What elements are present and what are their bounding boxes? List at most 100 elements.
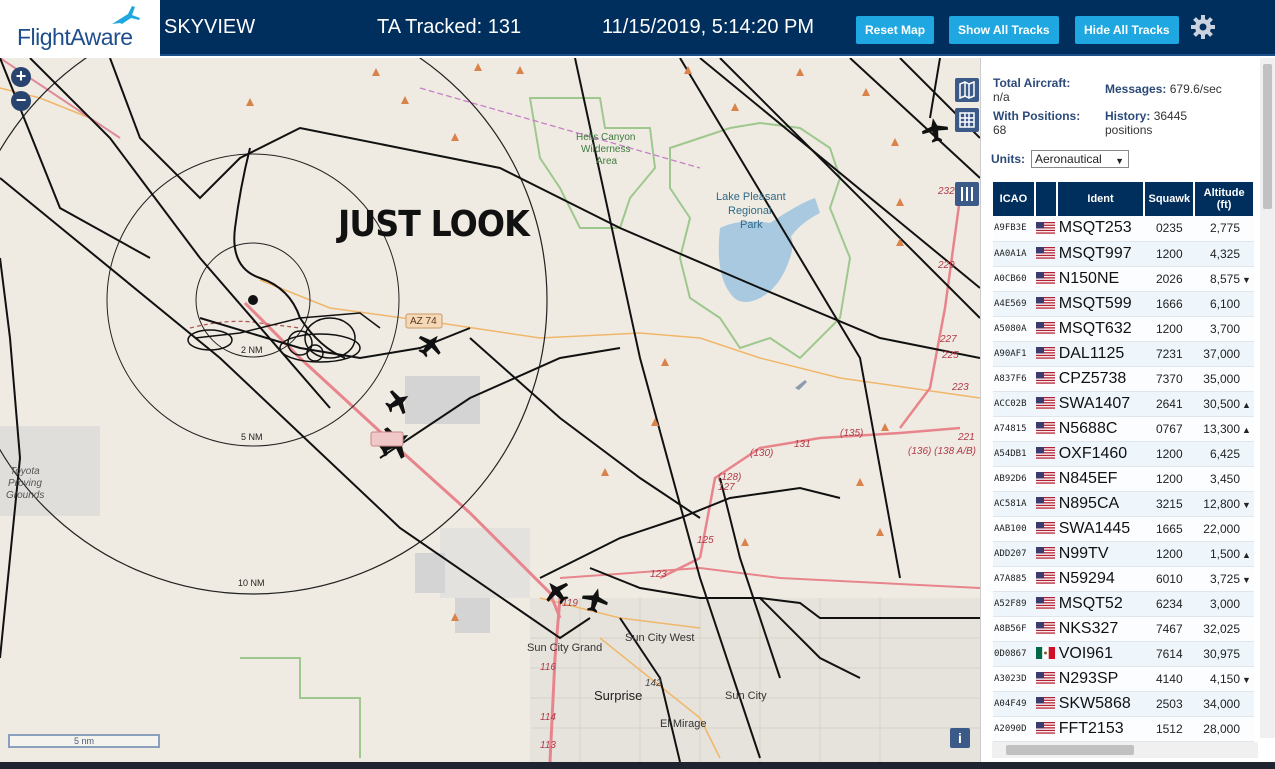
altitude-value: 30,500 [1203,396,1240,411]
table-row[interactable]: ADD207 N99TV 1200 1,500 ▲ [993,541,1254,567]
us-flag-icon [1036,422,1056,435]
cell-squawk: 2503 [1144,691,1195,717]
col-squawk[interactable]: Squawk [1144,182,1196,216]
cell-flag [1034,641,1057,667]
table-row[interactable]: A9FB3E MSQT253 0235 2,775 [993,216,1254,242]
altitude-value: 3,700 [1209,321,1240,336]
cell-altitude: 1,500 ▲ [1194,541,1254,567]
cell-altitude: 35,000 [1194,366,1254,392]
cell-icao: 0D0867 [993,641,1035,667]
cell-altitude: 6,425 [1194,441,1254,467]
col-altitude[interactable]: Altitude (ft) [1194,182,1255,216]
map-canvas[interactable] [0,58,980,762]
gear-icon[interactable] [1190,14,1216,40]
map-scale-bar: 5 nm [8,734,160,748]
route-127: 127 [718,482,735,493]
cell-squawk: 1200 [1144,541,1195,567]
table-row[interactable]: AB92D6 N845EF 1200 3,450 [993,466,1254,492]
grid-icon [959,112,975,128]
table-row[interactable]: A90AF1 DAL1125 7231 37,000 [993,341,1254,367]
altitude-value: 28,000 [1203,721,1240,736]
history-value: 36445 [1153,109,1188,123]
columns-toggle-button[interactable] [955,182,979,206]
col-altitude-unit: (ft) [1216,199,1232,211]
cell-squawk: 7231 [1144,341,1195,367]
cell-squawk: 7614 [1144,641,1195,667]
route-114: 114 [540,712,556,723]
units-select[interactable]: Aeronautical ▼ [1031,150,1129,168]
altitude-trend-icon: ▲ [1242,424,1251,435]
us-flag-icon [1036,522,1056,535]
altitude-trend-icon: ▼ [1242,574,1251,585]
current-datetime: 11/15/2019, 5:14:20 PM [602,16,815,38]
cell-icao: AC581A [993,491,1035,517]
table-row[interactable]: AC581A N895CA 3215 12,800 ▼ [993,491,1254,517]
route-119: 119 [562,598,578,609]
cell-ident: FFT2153 [1056,716,1145,742]
map-layers-button[interactable] [955,78,979,102]
reset-map-button[interactable]: Reset Map [856,16,935,44]
ring-label-10nm: 10 NM [238,578,265,588]
cell-altitude: 32,025 [1194,616,1254,642]
table-row[interactable]: 0D0867 VOI961 7614 30,975 [993,641,1254,667]
table-row[interactable]: A74815 N5688C 0767 13,300 ▲ [993,416,1254,442]
table-row[interactable]: A04F49 SKW5868 2503 34,000 [993,691,1254,717]
cell-icao: AA0A1A [993,241,1035,267]
cell-ident: N59294 [1056,566,1145,592]
table-row[interactable]: A5080A MSQT632 1200 3,700 [993,316,1254,342]
altitude-value: 1,500 [1209,546,1240,561]
zoom-in-button[interactable]: + [11,67,31,87]
zoom-out-button[interactable]: − [11,91,31,111]
us-flag-icon [1036,247,1056,260]
grid-toggle-button[interactable] [955,108,979,132]
altitude-value: 34,000 [1203,696,1240,711]
table-row[interactable]: A54DB1 OXF1460 1200 6,425 [993,441,1254,467]
table-row[interactable]: A4E569 MSQT599 1666 6,100 [993,291,1254,317]
cell-icao: A04F49 [993,691,1035,717]
cell-icao: A9FB3E [993,216,1035,242]
altitude-value: 35,000 [1203,371,1240,386]
horizontal-scroll-thumb[interactable] [1006,745,1134,755]
cell-icao: A3023D [993,666,1035,692]
table-row[interactable]: A0CB60 N150NE 2026 8,575 ▼ [993,266,1254,292]
scale-label: 5 nm [73,736,94,746]
vertical-scroll-thumb[interactable] [1263,64,1272,209]
chevron-down-icon: ▼ [1115,156,1124,166]
table-row[interactable]: A837F6 CPZ5738 7370 35,000 [993,366,1254,392]
tracked-count: TA Tracked: 131 [377,16,522,38]
table-row[interactable]: A2090D FFT2153 1512 28,000 [993,716,1254,742]
col-ident[interactable]: Ident [1056,182,1146,216]
col-icao[interactable]: ICAO [993,182,1036,216]
table-row[interactable]: ACC02B SWA1407 2641 30,500 ▲ [993,391,1254,417]
table-row[interactable]: A7A885 N59294 6010 3,725 ▼ [993,566,1254,592]
aircraft-table-body: A9FB3E MSQT253 0235 2,775 AA0A1A MSQT997 1200 4… [993,216,1254,742]
cell-flag [1034,691,1057,717]
cell-altitude: 30,975 [1194,641,1254,667]
flightaware-logo[interactable]: FlightAware [0,0,160,56]
table-horizontal-scrollbar[interactable] [992,742,1258,758]
table-row[interactable]: AA0A1A MSQT997 1200 4,325 [993,241,1254,267]
table-row[interactable]: AAB100 SWA1445 1665 22,000 [993,516,1254,542]
label-park: Park [740,219,763,231]
hide-all-tracks-button[interactable]: Hide All Tracks [1075,16,1179,44]
table-row[interactable]: A3023D N293SP 4140 4,150 ▼ [993,666,1254,692]
sidebar-vertical-scrollbar[interactable] [1260,58,1275,738]
cell-ident: NKS327 [1056,616,1145,642]
info-icon[interactable]: i [950,728,970,748]
taskbar-strip [0,762,1275,769]
route-130: (130) [750,448,774,459]
altitude-trend-icon: ▲ [1242,399,1251,410]
show-all-tracks-button[interactable]: Show All Tracks [949,16,1059,44]
top-header: FlightAware SKYVIEW TA Tracked: 131 11/1… [0,0,1275,56]
us-flag-icon [1036,697,1056,710]
table-row[interactable]: A8B56F NKS327 7467 32,025 [993,616,1254,642]
us-flag-icon [1036,722,1056,735]
cell-ident: N895CA [1056,491,1145,517]
cell-flag [1034,416,1057,442]
map-view[interactable]: Hells Canyon Wilderness Area Lake Pleasa… [0,58,980,762]
cell-ident: CPZ5738 [1056,366,1145,392]
col-flag[interactable] [1034,182,1058,216]
cell-ident: OXF1460 [1056,441,1145,467]
logo-text: FlightAware [17,24,133,50]
table-row[interactable]: A52F89 MSQT52 6234 3,000 [993,591,1254,617]
